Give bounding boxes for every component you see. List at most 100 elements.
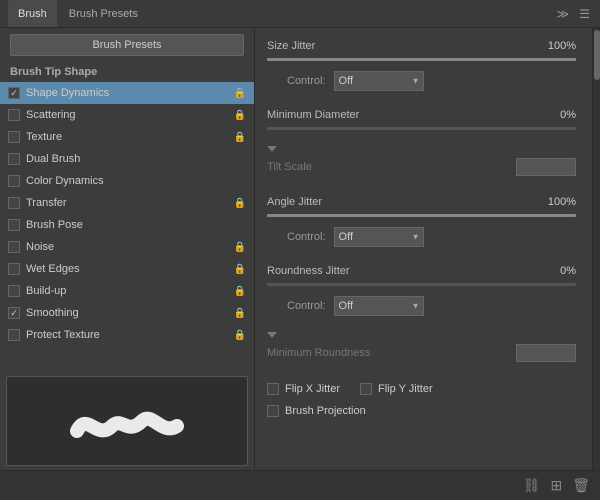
min-roundness-input[interactable] bbox=[516, 344, 576, 362]
min-diameter-label: Minimum Diameter bbox=[267, 109, 541, 121]
brush-presets-button[interactable]: Brush Presets bbox=[10, 34, 244, 56]
tab-brush[interactable]: Brush bbox=[8, 0, 57, 27]
tilt-scale-input[interactable] bbox=[516, 158, 576, 176]
checkbox-brush-pose[interactable] bbox=[8, 219, 20, 231]
angle-jitter-slider[interactable] bbox=[267, 214, 576, 217]
brush-item-color-dynamics[interactable]: Color Dynamics bbox=[0, 170, 254, 192]
min-diameter-slider[interactable] bbox=[267, 127, 576, 130]
roundness-jitter-value: 0% bbox=[541, 265, 576, 277]
lock-icon-smoothing: 🔒 bbox=[234, 308, 246, 319]
bottom-bar: ⛓ ⊞ 🗑 bbox=[0, 470, 600, 500]
size-jitter-control-label: Control: bbox=[287, 75, 326, 87]
menu-icon[interactable]: ☰ bbox=[577, 5, 592, 23]
checkbox-protect-texture[interactable] bbox=[8, 329, 20, 341]
brush-list: Shape Dynamics 🔒 Scattering 🔒 Texture 🔒 bbox=[0, 82, 254, 372]
flip-y-jitter-checkbox[interactable] bbox=[360, 383, 372, 395]
angle-jitter-value: 100% bbox=[541, 196, 576, 208]
link-icon[interactable]: ⛓ bbox=[523, 477, 541, 494]
roundness-jitter-label: Roundness Jitter bbox=[267, 265, 541, 277]
roundness-jitter-control-label: Control: bbox=[287, 300, 326, 312]
size-jitter-fill bbox=[267, 58, 576, 61]
tab-icons: ≫ ☰ bbox=[555, 5, 592, 23]
checkbox-buildup[interactable] bbox=[8, 285, 20, 297]
roundness-jitter-section: Roundness Jitter 0% Control: Off ▼ bbox=[255, 261, 588, 330]
size-jitter-control-select[interactable]: Off bbox=[334, 71, 424, 91]
checkbox-wet-edges[interactable] bbox=[8, 263, 20, 275]
tilt-scale-label: Tilt Scale bbox=[267, 161, 516, 173]
brush-item-protect-texture[interactable]: Protect Texture 🔒 bbox=[0, 324, 254, 346]
angle-jitter-control-label: Control: bbox=[287, 231, 326, 243]
angle-jitter-section: Angle Jitter 100% Control: Off ▼ bbox=[255, 188, 588, 261]
tilt-section-arrow[interactable] bbox=[267, 146, 277, 152]
min-diameter-value: 0% bbox=[541, 109, 576, 121]
size-jitter-control-row: Control: Off ▼ bbox=[267, 67, 576, 97]
roundness-jitter-control-select[interactable]: Off bbox=[334, 296, 424, 316]
main-content: Brush Presets Brush Tip Shape Shape Dyna… bbox=[0, 28, 600, 470]
brush-projection-label: Brush Projection bbox=[285, 405, 366, 417]
flip-y-jitter-label: Flip Y Jitter bbox=[378, 383, 433, 395]
min-roundness-label: Minimum Roundness bbox=[267, 347, 516, 359]
angle-jitter-control-row: Control: Off ▼ bbox=[267, 223, 576, 253]
brush-preview bbox=[6, 376, 248, 466]
tab-bar: Brush Brush Presets ≫ ☰ bbox=[0, 0, 600, 28]
left-panel: Brush Presets Brush Tip Shape Shape Dyna… bbox=[0, 28, 255, 470]
angle-jitter-row: Angle Jitter 100% bbox=[267, 192, 576, 212]
brush-item-transfer[interactable]: Transfer 🔒 bbox=[0, 192, 254, 214]
checkbox-transfer[interactable] bbox=[8, 197, 20, 209]
min-diameter-section: Minimum Diameter 0% bbox=[255, 105, 588, 144]
size-jitter-slider[interactable] bbox=[267, 58, 576, 61]
brush-item-shape-dynamics[interactable]: Shape Dynamics 🔒 bbox=[0, 82, 254, 104]
tilt-scale-section: Tilt Scale bbox=[255, 146, 588, 188]
min-roundness-section: Minimum Roundness bbox=[255, 332, 588, 374]
checkboxes-section: Flip X Jitter Flip Y Jitter Brush Projec… bbox=[255, 374, 588, 428]
brush-tip-shape-label: Brush Tip Shape bbox=[0, 62, 254, 82]
lock-icon-transfer: 🔒 bbox=[234, 198, 246, 209]
size-jitter-row: Size Jitter 100% bbox=[267, 36, 576, 56]
expand-icon[interactable]: ≫ bbox=[555, 5, 572, 23]
checkbox-noise[interactable] bbox=[8, 241, 20, 253]
size-jitter-section: Size Jitter 100% Control: Off ▼ bbox=[255, 28, 588, 105]
right-panel: Size Jitter 100% Control: Off ▼ bbox=[255, 28, 600, 470]
brush-item-texture[interactable]: Texture 🔒 bbox=[0, 126, 254, 148]
checkbox-color-dynamics[interactable] bbox=[8, 175, 20, 187]
angle-jitter-label: Angle Jitter bbox=[267, 196, 541, 208]
lock-icon-noise: 🔒 bbox=[234, 242, 246, 253]
brush-item-noise[interactable]: Noise 🔒 bbox=[0, 236, 254, 258]
brush-item-buildup[interactable]: Build-up 🔒 bbox=[0, 280, 254, 302]
lock-icon-protect-texture: 🔒 bbox=[234, 330, 246, 341]
checkbox-scattering[interactable] bbox=[8, 109, 20, 121]
checkbox-dual-brush[interactable] bbox=[8, 153, 20, 165]
flip-x-jitter-checkbox[interactable] bbox=[267, 383, 279, 395]
list-icon[interactable]: 🗑 bbox=[572, 477, 590, 494]
brush-item-smoothing[interactable]: Smoothing 🔒 bbox=[0, 302, 254, 324]
brush-item-scattering[interactable]: Scattering 🔒 bbox=[0, 104, 254, 126]
grid-icon[interactable]: ⊞ bbox=[550, 477, 562, 494]
brush-stroke-svg bbox=[67, 391, 187, 451]
brush-projection-checkbox[interactable] bbox=[267, 405, 279, 417]
lock-icon-shape-dynamics: 🔒 bbox=[234, 88, 246, 99]
right-scrollbar[interactable] bbox=[592, 28, 600, 470]
brush-item-brush-pose[interactable]: Brush Pose bbox=[0, 214, 254, 236]
size-jitter-label: Size Jitter bbox=[267, 40, 541, 52]
right-scrollbar-thumb bbox=[594, 30, 600, 80]
angle-jitter-fill bbox=[267, 214, 576, 217]
tilt-scale-row: Tilt Scale bbox=[267, 154, 576, 180]
roundness-jitter-row: Roundness Jitter 0% bbox=[267, 261, 576, 281]
lock-icon-scattering: 🔒 bbox=[234, 110, 246, 121]
brush-item-wet-edges[interactable]: Wet Edges 🔒 bbox=[0, 258, 254, 280]
min-roundness-row: Minimum Roundness bbox=[267, 340, 576, 366]
min-roundness-arrow[interactable] bbox=[267, 332, 277, 338]
lock-icon-texture: 🔒 bbox=[234, 132, 246, 143]
checkbox-smoothing[interactable] bbox=[8, 307, 20, 319]
angle-jitter-control-select[interactable]: Off bbox=[334, 227, 424, 247]
checkbox-texture[interactable] bbox=[8, 131, 20, 143]
roundness-jitter-slider[interactable] bbox=[267, 283, 576, 286]
size-jitter-value: 100% bbox=[541, 40, 576, 52]
brush-item-dual-brush[interactable]: Dual Brush bbox=[0, 148, 254, 170]
lock-icon-buildup: 🔒 bbox=[234, 286, 246, 297]
main-panel: Brush Brush Presets ≫ ☰ Brush Presets Br… bbox=[0, 0, 600, 500]
tab-brush-presets[interactable]: Brush Presets bbox=[59, 0, 148, 27]
checkbox-shape-dynamics[interactable] bbox=[8, 87, 20, 99]
min-diameter-row: Minimum Diameter 0% bbox=[267, 105, 576, 125]
flip-x-jitter-row: Flip X Jitter bbox=[267, 380, 340, 398]
